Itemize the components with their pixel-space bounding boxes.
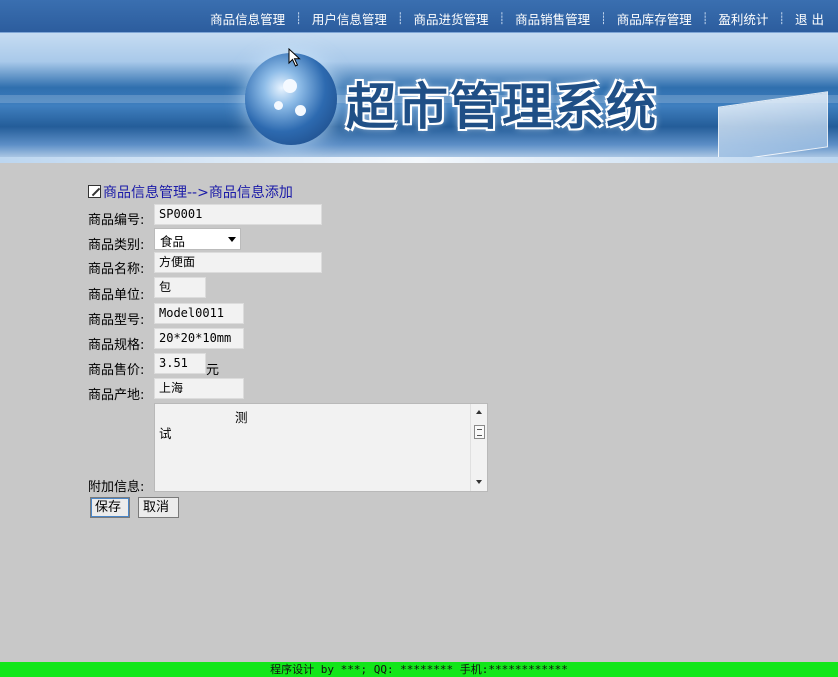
price-unit: 元	[206, 363, 220, 378]
category-select[interactable]: 食品	[154, 228, 241, 250]
category-select-value: 食品	[160, 234, 186, 249]
name-label: 商品名称:	[88, 262, 145, 277]
nav-separator: ┊	[295, 12, 302, 25]
model-input[interactable]: Model0011	[154, 303, 244, 324]
unit-label: 商品单位:	[88, 288, 145, 303]
spec-input[interactable]: 20*20*10mm	[154, 328, 244, 349]
scroll-up-arrow-icon[interactable]	[476, 410, 482, 414]
nav-item-user-info[interactable]: 用户信息管理	[312, 9, 387, 28]
origin-label: 商品产地:	[88, 388, 145, 403]
mouse-cursor-icon	[288, 48, 301, 67]
nav-separator: ┊	[778, 12, 786, 25]
textarea-scrollbar[interactable]	[470, 404, 487, 491]
code-label: 商品编号:	[88, 213, 145, 228]
category-label: 商品类别:	[88, 238, 145, 253]
top-navigation-bar: 商品信息管理 ┊ 用户信息管理 ┊ 商品进货管理 ┊ 商品销售管理 ┊ 商品库存…	[0, 0, 838, 33]
extra-info-textarea[interactable]: 测 试	[154, 403, 488, 492]
footer-bar: 程序设计 by ***; QQ: ******** 手机:***********…	[0, 662, 838, 677]
extra-info-text-line1: 测	[235, 410, 248, 425]
banner-title: 超市管理系统	[346, 77, 658, 136]
unit-input[interactable]: 包	[154, 277, 206, 298]
price-label: 商品售价:	[88, 363, 145, 378]
form-area: 商品信息管理-->商品信息添加 商品编号: SP0001 商品类别: 食品 商品…	[0, 163, 838, 662]
origin-input[interactable]: 上海	[154, 378, 244, 399]
globe-dot	[295, 105, 306, 116]
save-button[interactable]: 保存	[90, 497, 130, 518]
scroll-thumb[interactable]	[474, 425, 485, 439]
globe-dot	[274, 101, 283, 110]
code-input[interactable]: SP0001	[154, 204, 322, 225]
extra-info-label: 附加信息:	[88, 480, 145, 495]
scroll-down-arrow-icon[interactable]	[476, 480, 482, 484]
globe-dot	[283, 79, 297, 93]
nav-item-inventory[interactable]: 商品库存管理	[617, 9, 692, 28]
page-heading-text: 商品信息管理-->商品信息添加	[103, 185, 293, 201]
nav-separator: ┊	[498, 12, 506, 25]
nav-item-purchase[interactable]: 商品进货管理	[413, 9, 488, 28]
footer-text: 程序设计 by ***; QQ: ******** 手机:***********…	[270, 663, 568, 676]
nav-separator: ┊	[396, 12, 404, 25]
price-input[interactable]: 3.51	[154, 353, 206, 374]
header-banner: 超市管理系统	[0, 33, 838, 163]
nav-separator: ┊	[701, 12, 709, 25]
cancel-button[interactable]: 取消	[138, 497, 179, 518]
page-heading: 商品信息管理-->商品信息添加	[88, 182, 293, 202]
nav-item-logout[interactable]: 退 出	[795, 9, 824, 28]
nav-item-profit-stats[interactable]: 盈利统计	[718, 9, 768, 28]
name-input[interactable]: 方便面	[154, 252, 322, 273]
nav-item-product-info[interactable]: 商品信息管理	[210, 9, 285, 28]
spec-label: 商品规格:	[88, 338, 145, 353]
edit-icon	[88, 185, 101, 198]
nav-menu: 商品信息管理 ┊ 用户信息管理 ┊ 商品进货管理 ┊ 商品销售管理 ┊ 商品库存…	[210, 9, 824, 28]
dropdown-arrow-icon	[228, 237, 236, 242]
nav-item-sales[interactable]: 商品销售管理	[515, 9, 590, 28]
model-label: 商品型号:	[88, 313, 145, 328]
extra-info-text-line2: 试	[159, 426, 172, 441]
nav-separator: ┊	[600, 12, 607, 25]
